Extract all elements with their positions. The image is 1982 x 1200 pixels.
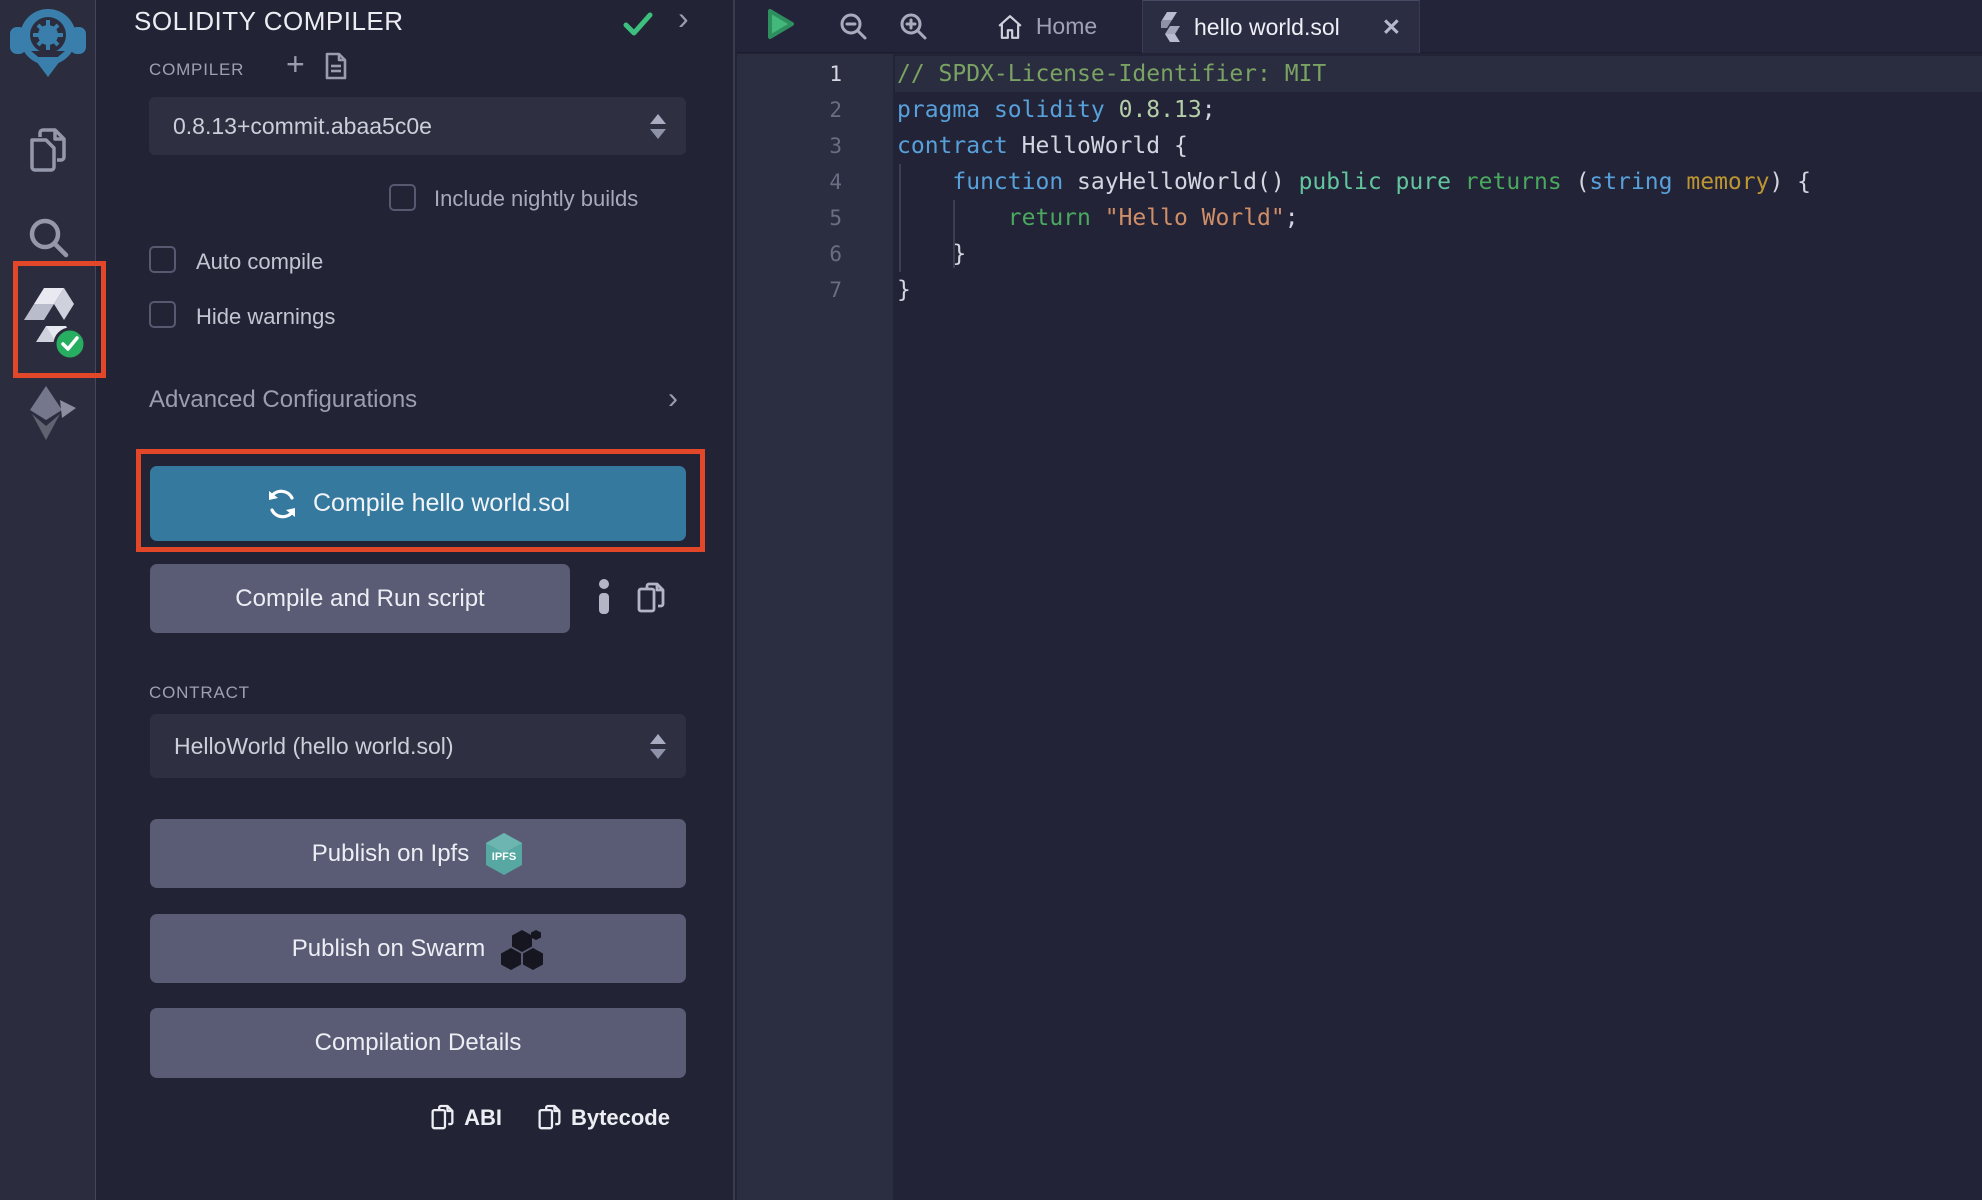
icon-rail — [0, 0, 96, 1200]
ethereum-deploy-icon — [22, 384, 76, 442]
open-file-icon[interactable] — [324, 52, 348, 80]
home-icon — [997, 14, 1023, 40]
zoom-out-button[interactable] — [839, 12, 867, 40]
editor-topbar: Home hello world.sol ✕ — [737, 0, 1982, 53]
solidity-file-icon — [1161, 12, 1181, 42]
refresh-icon — [266, 488, 298, 520]
close-tab-icon[interactable]: ✕ — [1382, 16, 1401, 39]
panel-title: SOLIDITY COMPILER — [134, 6, 404, 37]
remix-logo[interactable] — [8, 4, 88, 78]
line-numbers: 1234567 — [737, 56, 842, 308]
bytecode-label: Bytecode — [571, 1105, 670, 1131]
copy-script-icon[interactable] — [637, 582, 665, 614]
solidity-compiler-icon — [24, 286, 86, 360]
code-line: function sayHelloWorld() public pure ret… — [897, 164, 1811, 200]
info-icon[interactable] — [595, 578, 613, 614]
tab-file-label: hello world.sol — [1194, 14, 1369, 41]
indent-guide — [899, 164, 901, 272]
contract-select[interactable]: HelloWorld (hello world.sol) — [150, 714, 686, 778]
hide-warnings-checkbox[interactable] — [149, 301, 176, 328]
files-icon — [26, 127, 70, 173]
line-number: 4 — [737, 164, 842, 200]
code-line: } — [897, 236, 1811, 272]
publish-ipfs-label: Publish on Ipfs — [312, 840, 469, 868]
publish-swarm-label: Publish on Swarm — [292, 935, 485, 963]
publish-swarm-button[interactable]: Publish on Swarm — [150, 914, 686, 983]
include-nightly-checkbox[interactable] — [389, 184, 416, 211]
indent-guide — [953, 200, 955, 268]
ipfs-icon: IPFS — [484, 832, 524, 876]
zoom-out-icon — [839, 12, 867, 40]
run-script-play-button[interactable] — [767, 8, 795, 40]
auto-compile-label: Auto compile — [196, 249, 323, 275]
compilation-details-label: Compilation Details — [315, 1029, 522, 1057]
compile-and-run-button[interactable]: Compile and Run script — [150, 564, 570, 633]
search-button[interactable] — [25, 214, 71, 260]
compile-button[interactable]: Compile hello world.sol — [150, 466, 686, 541]
play-icon — [767, 8, 795, 40]
include-nightly-label: Include nightly builds — [434, 186, 638, 212]
panel-collapse-chevron-icon[interactable]: › — [678, 2, 689, 34]
editor-pane: Home hello world.sol ✕ 1234567 // SPDX-L… — [737, 0, 1982, 1200]
code-lines: // SPDX-License-Identifier: MITpragma so… — [897, 56, 1811, 308]
swarm-icon — [500, 928, 544, 970]
zoom-in-button[interactable] — [899, 12, 927, 40]
compile-button-label: Compile hello world.sol — [313, 489, 570, 518]
copy-icon — [431, 1104, 454, 1131]
tab-hello-world-sol[interactable]: hello world.sol ✕ — [1142, 0, 1420, 53]
solidity-compiler-button[interactable] — [24, 286, 86, 360]
advanced-configurations-toggle[interactable]: Advanced Configurations › — [149, 386, 686, 422]
code-editor[interactable]: 1234567 // SPDX-License-Identifier: MITp… — [737, 54, 1982, 1200]
line-number: 1 — [737, 56, 842, 92]
copy-icon — [538, 1104, 561, 1131]
compile-success-icon — [623, 12, 653, 36]
select-arrows-icon — [650, 734, 666, 759]
svg-text:IPFS: IPFS — [492, 851, 516, 863]
contract-section-label: CONTRACT — [149, 683, 250, 703]
code-line: pragma solidity 0.8.13; — [897, 92, 1811, 128]
remix-ide-window: SOLIDITY COMPILER › COMPILER + 0.8.13+co… — [0, 0, 1982, 1200]
hide-warnings-label: Hide warnings — [196, 304, 335, 330]
code-line: } — [897, 272, 1811, 308]
solidity-compiler-panel: SOLIDITY COMPILER › COMPILER + 0.8.13+co… — [97, 0, 735, 1200]
add-compiler-icon[interactable]: + — [286, 48, 305, 80]
advanced-configurations-label: Advanced Configurations — [149, 386, 417, 413]
file-explorer-button[interactable] — [25, 126, 71, 174]
remix-logo-icon — [9, 5, 87, 77]
compiler-section-label: COMPILER — [149, 60, 244, 80]
line-number: 2 — [737, 92, 842, 128]
compiler-version-value: 0.8.13+commit.abaa5c0e — [173, 113, 650, 140]
line-number: 7 — [737, 272, 842, 308]
contract-select-value: HelloWorld (hello world.sol) — [174, 733, 650, 760]
publish-ipfs-button[interactable]: Publish on Ipfs IPFS — [150, 819, 686, 888]
zoom-in-icon — [899, 12, 927, 40]
advanced-expand-chevron-icon: › — [668, 384, 678, 414]
line-number: 6 — [737, 236, 842, 272]
line-number: 3 — [737, 128, 842, 164]
line-number: 5 — [737, 200, 842, 236]
copy-bytecode-button[interactable]: Bytecode — [538, 1104, 670, 1131]
tab-home[interactable]: Home — [947, 0, 1147, 53]
select-arrows-icon — [650, 114, 666, 139]
auto-compile-checkbox[interactable] — [149, 246, 176, 273]
compile-and-run-label: Compile and Run script — [235, 585, 484, 613]
tab-home-label: Home — [1036, 13, 1097, 40]
code-line: return "Hello World"; — [897, 200, 1811, 236]
copy-abi-button[interactable]: ABI — [431, 1104, 502, 1131]
code-line: contract HelloWorld { — [897, 128, 1811, 164]
compiler-version-select[interactable]: 0.8.13+commit.abaa5c0e — [149, 97, 686, 155]
abi-label: ABI — [464, 1105, 502, 1131]
abi-bytecode-row: ABI Bytecode — [431, 1104, 670, 1131]
code-line: // SPDX-License-Identifier: MIT — [897, 56, 1811, 92]
deploy-run-button[interactable] — [22, 384, 76, 442]
search-icon — [26, 215, 70, 259]
compilation-details-button[interactable]: Compilation Details — [150, 1008, 686, 1078]
